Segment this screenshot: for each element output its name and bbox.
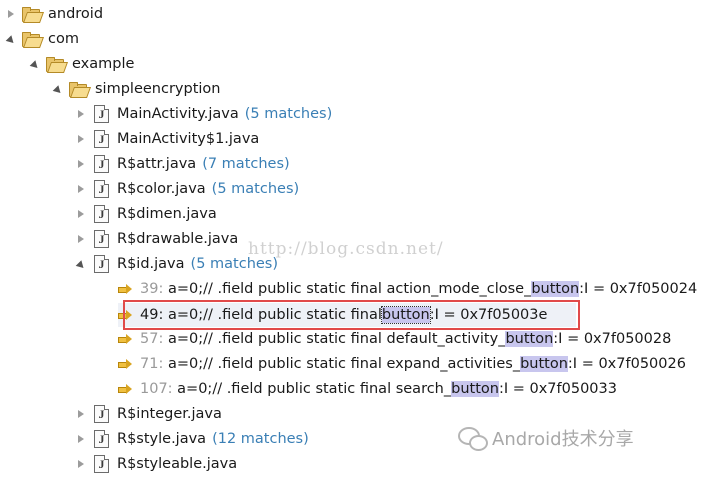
tree-file-mainactivity1[interactable]: J MainActivity$1.java xyxy=(94,127,259,151)
java-file-icon: J xyxy=(94,255,109,273)
tree-node-label: android xyxy=(48,6,104,22)
expand-arrow[interactable] xyxy=(76,427,86,451)
match-arrow-icon xyxy=(118,359,132,369)
java-file-icon: J xyxy=(94,230,109,248)
match-highlight: button xyxy=(520,356,568,372)
file-name: MainActivity$1.java xyxy=(117,131,260,147)
tree-node-com[interactable]: com xyxy=(22,27,79,51)
file-name: R$attr.java xyxy=(117,156,197,172)
package-folder-icon xyxy=(69,82,92,98)
tree-node-simpleencryption[interactable]: simpleencryption xyxy=(69,77,220,101)
java-file-icon: J xyxy=(94,130,109,148)
match-arrow-icon xyxy=(118,384,132,394)
line-number: 39: xyxy=(140,281,164,297)
match-highlight: button xyxy=(451,381,499,397)
file-name: R$integer.java xyxy=(117,406,222,422)
line-number: 107: xyxy=(140,381,173,397)
expand-arrow[interactable] xyxy=(76,202,86,226)
collapse-arrow-example[interactable] xyxy=(29,52,41,76)
match-count: (7 matches) xyxy=(202,156,290,172)
tree-file-rstyle[interactable]: J R$style.java (12 matches) xyxy=(94,427,309,451)
expand-arrow[interactable] xyxy=(76,177,86,201)
package-folder-icon xyxy=(46,57,69,73)
wechat-icon xyxy=(458,427,488,451)
java-file-icon: J xyxy=(94,155,109,173)
collapse-arrow-com[interactable] xyxy=(5,27,17,51)
expand-arrow[interactable] xyxy=(76,102,86,126)
java-file-icon: J xyxy=(94,180,109,198)
search-match-line[interactable]: 57: a=0;// .field public static final de… xyxy=(118,327,671,351)
tree-node-example[interactable]: example xyxy=(46,52,134,76)
search-match-line[interactable]: 71: a=0;// .field public static final ex… xyxy=(118,352,686,376)
tree-node-label: simpleencryption xyxy=(95,81,221,97)
watermark-url: http://blog.csdn.net/ xyxy=(248,239,444,259)
expand-arrow[interactable] xyxy=(76,402,86,426)
match-text-tail: :I = 0x7f050033 xyxy=(498,381,617,397)
match-text: a=0;// .field public static final expand… xyxy=(167,356,521,372)
tree-file-rcolor[interactable]: J R$color.java (5 matches) xyxy=(94,177,299,201)
package-folder-icon xyxy=(22,7,45,23)
file-name: R$styleable.java xyxy=(117,456,238,472)
watermark-brand-text: Android技术分享 xyxy=(492,429,634,450)
file-name: MainActivity.java xyxy=(117,106,239,122)
package-folder-icon xyxy=(22,32,45,48)
collapse-arrow-simpleencryption[interactable] xyxy=(52,77,64,101)
match-arrow-icon xyxy=(118,284,132,294)
tree-node-android[interactable]: android xyxy=(22,2,103,26)
file-name: R$drawable.java xyxy=(117,231,239,247)
watermark-brand: Android技术分享 xyxy=(458,425,634,451)
search-match-line[interactable]: 39: a=0;// .field public static final ac… xyxy=(118,277,697,301)
expand-arrow[interactable] xyxy=(76,227,86,251)
match-text: a=0;// .field public static final search… xyxy=(177,381,452,397)
file-name: R$dimen.java xyxy=(117,206,217,222)
file-name: R$color.java xyxy=(117,181,206,197)
expand-arrow[interactable] xyxy=(76,127,86,151)
file-name: R$style.java xyxy=(117,431,207,447)
match-text: a=0;// .field public static final defaul… xyxy=(167,331,506,347)
match-count: (12 matches) xyxy=(212,431,309,447)
match-text-tail: :I = 0x7f050028 xyxy=(553,331,672,347)
match-highlight: button xyxy=(505,331,554,347)
expand-arrow[interactable] xyxy=(76,452,86,476)
java-file-icon: J xyxy=(94,455,109,473)
search-match-line[interactable]: 107: a=0;// .field public static final s… xyxy=(118,377,617,401)
expand-arrow[interactable] xyxy=(76,152,86,176)
tree-file-rinteger[interactable]: J R$integer.java xyxy=(94,402,222,426)
java-file-icon: J xyxy=(94,105,109,123)
match-text: a=0;// .field public static final action… xyxy=(167,281,532,297)
tree-node-label: example xyxy=(72,56,135,72)
java-file-icon: J xyxy=(94,405,109,423)
java-file-icon: J xyxy=(94,205,109,223)
match-text-tail: :I = 0x7f050024 xyxy=(579,281,698,297)
line-number: 57: xyxy=(140,331,164,347)
match-highlight: button xyxy=(531,281,580,297)
expand-arrow-android[interactable] xyxy=(6,2,16,26)
match-count: (5 matches) xyxy=(211,181,300,197)
red-highlight-box xyxy=(123,300,580,330)
file-name: R$id.java xyxy=(117,256,185,272)
tree-node-label: com xyxy=(48,31,79,47)
tree-file-rattr[interactable]: J R$attr.java (7 matches) xyxy=(94,152,290,176)
match-count: (5 matches) xyxy=(244,106,333,122)
match-arrow-icon xyxy=(118,334,132,344)
tree-file-rstyleable[interactable]: J R$styleable.java xyxy=(94,452,237,476)
tree-file-rdrawable[interactable]: J R$drawable.java xyxy=(94,227,238,251)
collapse-arrow[interactable] xyxy=(75,252,87,276)
match-text-tail: :I = 0x7f050026 xyxy=(567,356,686,372)
java-file-icon: J xyxy=(94,430,109,448)
tree-file-rdimen[interactable]: J R$dimen.java xyxy=(94,202,217,226)
line-number: 71: xyxy=(140,356,164,372)
tree-file-mainactivity[interactable]: J MainActivity.java (5 matches) xyxy=(94,102,332,126)
